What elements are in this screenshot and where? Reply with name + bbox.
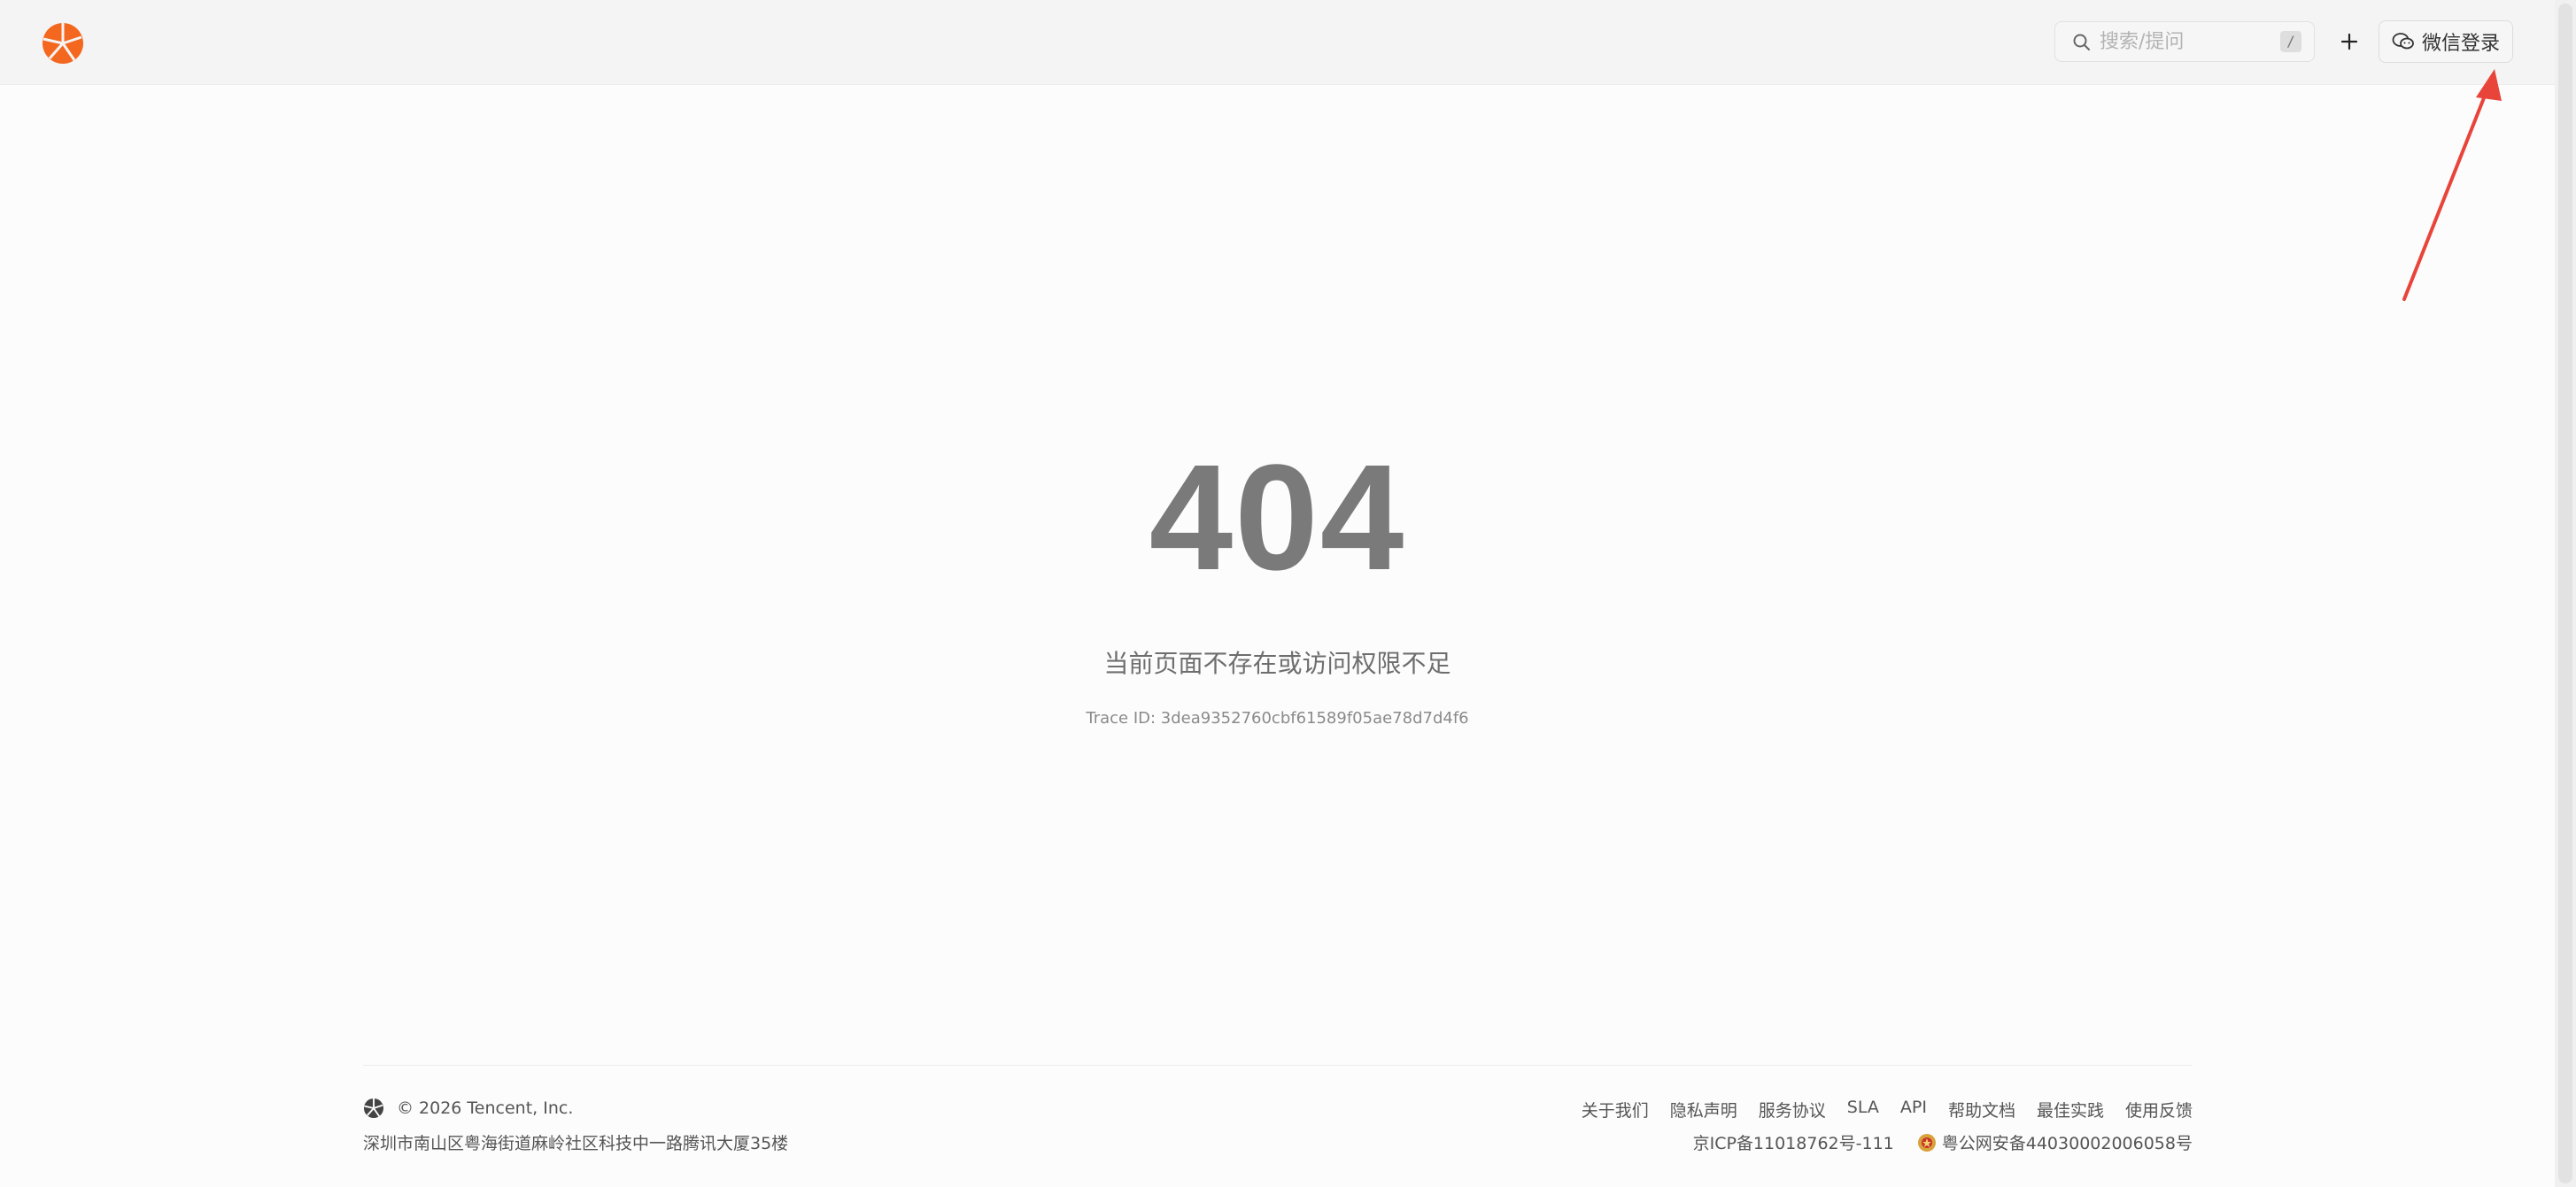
footer-logo-icon	[363, 1098, 384, 1119]
search-shortcut-badge: /	[2280, 31, 2301, 52]
footer-links: 关于我们 隐私声明 服务协议 SLA API 帮助文档 最佳实践 使用反馈	[1582, 1098, 2193, 1121]
wechat-login-button[interactable]: 微信登录	[2379, 20, 2513, 63]
police-badge-icon	[1917, 1133, 1936, 1152]
police-text: 粤公网安备44030002006058号	[1941, 1134, 2193, 1153]
icp-link[interactable]: 京ICP备11018762号-111	[1693, 1130, 1894, 1154]
footer-link-terms[interactable]: 服务协议	[1759, 1098, 1826, 1121]
page: / 微信登录 404 当前页面不存在或访问权限不足 Trace ID: 3dea…	[0, 0, 2576, 1187]
footer-registration: 京ICP备11018762号-111 粤公网安备44030002006058号	[1693, 1130, 2193, 1154]
footer-address: 深圳市南山区粤海街道麻岭社区科技中一路腾讯大厦35楼	[363, 1134, 789, 1153]
scrollbar-thumb[interactable]	[2558, 4, 2572, 1183]
brand-logo-icon[interactable]	[41, 21, 85, 66]
add-button[interactable]	[2329, 21, 2370, 62]
footer-link-about[interactable]: 关于我们	[1582, 1098, 1649, 1121]
footer-link-api[interactable]: API	[1900, 1098, 1927, 1121]
footer-link-sla[interactable]: SLA	[1847, 1098, 1879, 1121]
top-header: / 微信登录	[0, 0, 2555, 85]
wechat-icon	[2392, 33, 2414, 50]
red-arrow-annotation	[2402, 69, 2502, 301]
trace-id: Trace ID: 3dea9352760cbf61589f05ae78d7d4…	[1086, 709, 1469, 728]
search-box[interactable]: /	[2054, 21, 2315, 62]
footer-copyright: © 2026 Tencent, Inc.	[363, 1098, 573, 1119]
footer-link-feedback[interactable]: 使用反馈	[2125, 1098, 2193, 1121]
footer-link-privacy[interactable]: 隐私声明	[1670, 1098, 1737, 1121]
footer-link-best-practices[interactable]: 最佳实践	[2037, 1098, 2104, 1121]
error-message: 当前页面不存在或访问权限不足	[1103, 649, 1451, 678]
copyright-text: © 2026 Tencent, Inc.	[397, 1098, 574, 1118]
footer-divider	[363, 1065, 2193, 1066]
login-label: 微信登录	[2421, 33, 2500, 55]
footer-link-docs[interactable]: 帮助文档	[1948, 1098, 2015, 1121]
plus-icon	[2340, 33, 2358, 50]
search-input[interactable]	[2100, 27, 2259, 56]
police-registration[interactable]: 粤公网安备44030002006058号	[1917, 1130, 2193, 1154]
error-code: 404	[1149, 434, 1406, 602]
search-icon	[2073, 34, 2090, 50]
